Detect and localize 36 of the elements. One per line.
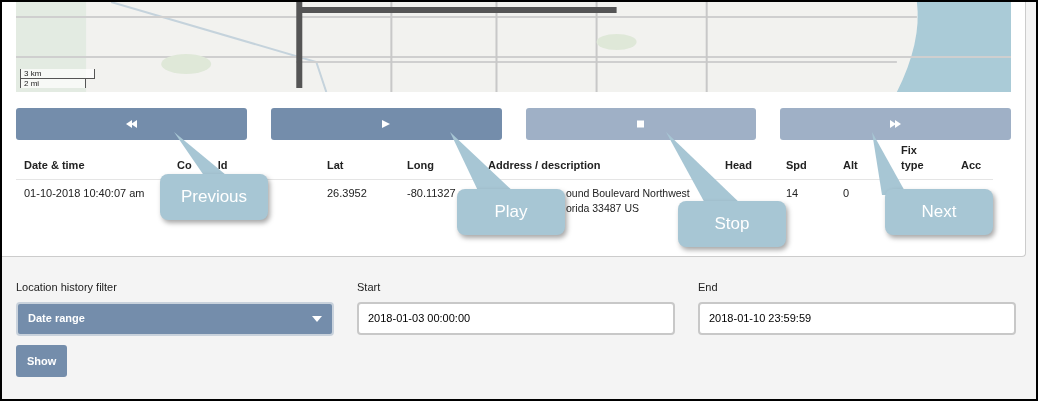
table-cell: 01-10-2018 10:40:07 am [24,186,145,201]
forward-icon [890,120,902,128]
column-header: Lat [327,158,344,173]
callout-label: Previous [160,174,268,220]
play-icon [382,120,391,128]
column-header: Alt [843,158,858,173]
table-cell: -80.11327 [407,186,456,201]
caret-icon [312,315,322,322]
table-cell: ound Boulevard Northwest [566,186,690,201]
control-button[interactable] [16,108,247,140]
field-label: End [698,280,719,295]
table-cell: 26.3952 [327,186,367,201]
column-header: Acc [961,158,982,173]
scale-label: 2 mi [20,78,86,88]
column-header: Fix [901,143,917,158]
table-cell: 14 [786,186,799,201]
callout-label: Play [457,189,565,235]
input-field[interactable]: 2018-01-03 00:00:00 [357,301,675,335]
column-header: type [901,158,924,173]
input-field[interactable]: 2018-01-10 23:59:59 [698,301,1016,335]
column-header: Head [725,158,752,173]
field-label: Start [357,280,382,295]
column-header: Long [407,158,434,173]
control-button[interactable] [270,108,502,140]
column-header: Co [177,158,192,173]
column-header: ld [217,158,228,173]
column-header: Address / description [488,158,601,173]
stop-icon [637,120,645,128]
column-header: Date & time [24,158,85,173]
table-cell: 0 [843,186,850,201]
table-cell: orida 33487 US [566,201,639,216]
callout-label: Stop [678,201,786,247]
callout-label: Next [885,189,993,235]
field-label: Location history filter [16,280,118,295]
rewind-icon [125,120,137,128]
column-header: Spd [786,158,807,173]
